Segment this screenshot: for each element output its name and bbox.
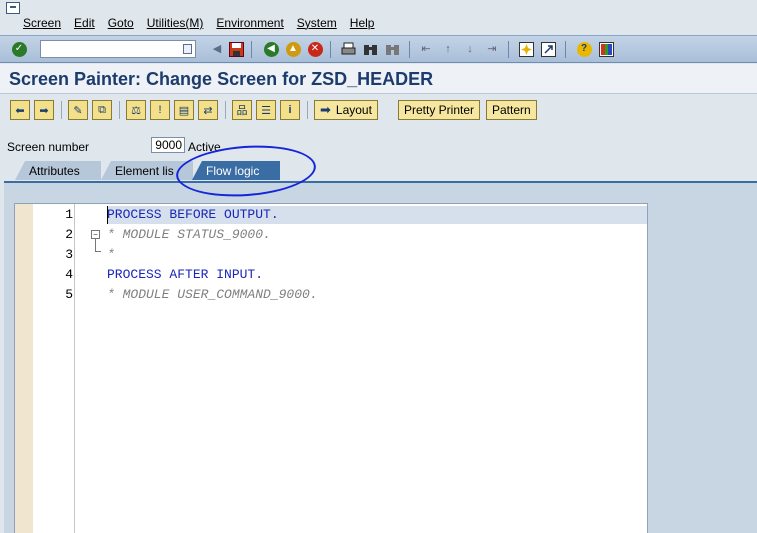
back-arrow-icon: ◀ (263, 41, 279, 57)
pretty-printer-button[interactable]: Pretty Printer (398, 100, 481, 120)
application-toolbar: ⬅ ➡ ✎ ⧉ ⚖ ! ▤ ⇄ 品 ☰ i ➡ Layout Pretty Pri… (0, 95, 757, 126)
pattern-label: Pattern (492, 103, 531, 117)
screen-number-label: Screen number (7, 140, 90, 154)
find-next-button[interactable] (384, 41, 400, 57)
test-button[interactable]: ▤ (174, 100, 194, 120)
check-icon: ✓ (11, 41, 27, 57)
activate-button[interactable]: ! (150, 100, 170, 120)
menu-list: Screen Edit Goto Utilities(M) Environmen… (23, 16, 387, 30)
code-line[interactable]: * MODULE STATUS_9000. (107, 227, 271, 242)
system-menu-icon[interactable] (6, 2, 20, 14)
menu-utilities[interactable]: Utilities(M) (147, 16, 204, 30)
editor-left-margin (15, 204, 33, 533)
create-session-button[interactable] (518, 41, 534, 57)
layout-arrow-icon: ➡ (320, 102, 331, 117)
pencil-glasses-icon: ✎ (73, 104, 83, 117)
command-field[interactable] (40, 40, 196, 58)
save-icon (228, 41, 244, 57)
collapse-left-icon[interactable]: ◀ (209, 41, 225, 57)
line-number: 2 (65, 227, 73, 242)
cancel-button[interactable]: ✕ (307, 41, 323, 57)
code-line[interactable]: PROCESS AFTER INPUT. (107, 267, 263, 282)
tab-attributes[interactable]: Attributes (15, 161, 101, 180)
menu-environment[interactable]: Environment (216, 16, 283, 30)
menu-bar: Screen Edit Goto Utilities(M) Environmen… (0, 0, 757, 34)
where-used-icon: ⇄ (203, 104, 213, 117)
info-icon: i (288, 104, 292, 116)
layout-label: Layout (335, 103, 372, 117)
display-change-button[interactable]: ✎ (68, 100, 88, 120)
cancel-x-icon: ✕ (307, 41, 323, 57)
binoculars-icon (363, 44, 377, 55)
line-number: 5 (65, 287, 73, 302)
fold-end (95, 251, 101, 252)
forward-screen-button[interactable]: ➡ (34, 100, 54, 120)
save-button[interactable] (228, 41, 244, 57)
first-page-icon[interactable]: ⇤ (418, 41, 434, 57)
back-screen-button[interactable]: ⬅ (10, 100, 30, 120)
check-button[interactable]: ⚖ (126, 100, 146, 120)
enter-button[interactable]: ✓ (11, 41, 27, 57)
other-object-icon: ⧉ (98, 103, 106, 116)
printer-icon (341, 42, 355, 54)
shortcut-icon (540, 41, 556, 57)
code-line[interactable]: * (107, 247, 115, 262)
exit-up-icon: ▲ (285, 41, 301, 57)
tab-element-list-label: Element lis (115, 163, 174, 178)
menu-screen[interactable]: Screen (23, 16, 61, 30)
print-button[interactable] (340, 41, 356, 57)
screen-number-row: Screen number 9000 Active (0, 135, 757, 155)
where-used-button[interactable]: ⇄ (198, 100, 218, 120)
line-number: 4 (65, 267, 73, 282)
code-line[interactable]: * MODULE USER_COMMAND_9000. (107, 287, 318, 302)
code-line[interactable]: PROCESS BEFORE OUTPUT. (107, 207, 279, 222)
title-bar: Screen Painter: Change Screen for ZSD_HE… (0, 64, 757, 94)
navigation-window-button[interactable]: ☰ (256, 100, 276, 120)
help-button[interactable]: ? (576, 41, 592, 57)
layout-menu-button[interactable] (598, 41, 614, 57)
screen-test-icon: ▤ (178, 104, 190, 117)
text-cursor (107, 206, 108, 224)
new-session-icon (518, 41, 534, 57)
check-scale-icon: ⚖ (131, 104, 141, 117)
back-button[interactable]: ◀ (263, 41, 279, 57)
find-button[interactable] (362, 41, 378, 57)
arrow-right-icon: ➡ (39, 104, 49, 117)
other-object-button[interactable]: ⧉ (92, 100, 112, 120)
tab-attributes-label: Attributes (29, 163, 80, 178)
menu-edit[interactable]: Edit (74, 16, 95, 30)
binoculars-next-icon (385, 44, 399, 55)
line-number: 1 (65, 207, 73, 222)
shortcut-button[interactable] (540, 41, 556, 57)
tab-strip: Attributes Element lis Flow logic (0, 158, 757, 182)
object-list-button[interactable]: 品 (232, 100, 252, 120)
flow-logic-editor[interactable]: 1 2 3 4 5 − PROCESS BEFORE OUTPUT. * MOD… (14, 203, 648, 533)
screen-number-field: 9000 (151, 137, 185, 153)
pretty-printer-label: Pretty Printer (404, 103, 475, 117)
menu-goto[interactable]: Goto (108, 16, 134, 30)
pattern-button[interactable]: Pattern (486, 100, 537, 120)
tab-content: 1 2 3 4 5 − PROCESS BEFORE OUTPUT. * MOD… (4, 181, 757, 533)
navigation-icon: ☰ (261, 104, 271, 117)
fold-collapse-icon[interactable]: − (91, 230, 100, 239)
command-history-icon[interactable] (183, 44, 192, 54)
fold-gutter (75, 204, 105, 533)
next-page-icon[interactable]: ↓ (462, 41, 478, 57)
layout-button[interactable]: ➡ Layout (314, 100, 378, 120)
exit-button[interactable]: ▲ (285, 41, 301, 57)
arrow-left-icon: ⬅ (15, 104, 25, 117)
menu-help[interactable]: Help (350, 16, 375, 30)
previous-page-icon[interactable]: ↑ (440, 41, 456, 57)
standard-toolbar: ✓ ◀ ◀ ▲ ✕ ⇤ ↑ ↓ ⇥ ? (0, 35, 757, 63)
page-title: Screen Painter: Change Screen for ZSD_HE… (9, 69, 434, 89)
info-button[interactable]: i (280, 100, 300, 120)
menu-system[interactable]: System (297, 16, 337, 30)
help-icon: ? (576, 41, 592, 57)
last-page-icon[interactable]: ⇥ (484, 41, 500, 57)
line-number: 3 (65, 247, 73, 262)
hierarchy-icon: 品 (236, 105, 248, 117)
activate-icon: ! (158, 104, 162, 116)
customize-layout-icon (598, 41, 614, 57)
fold-line (95, 239, 96, 251)
